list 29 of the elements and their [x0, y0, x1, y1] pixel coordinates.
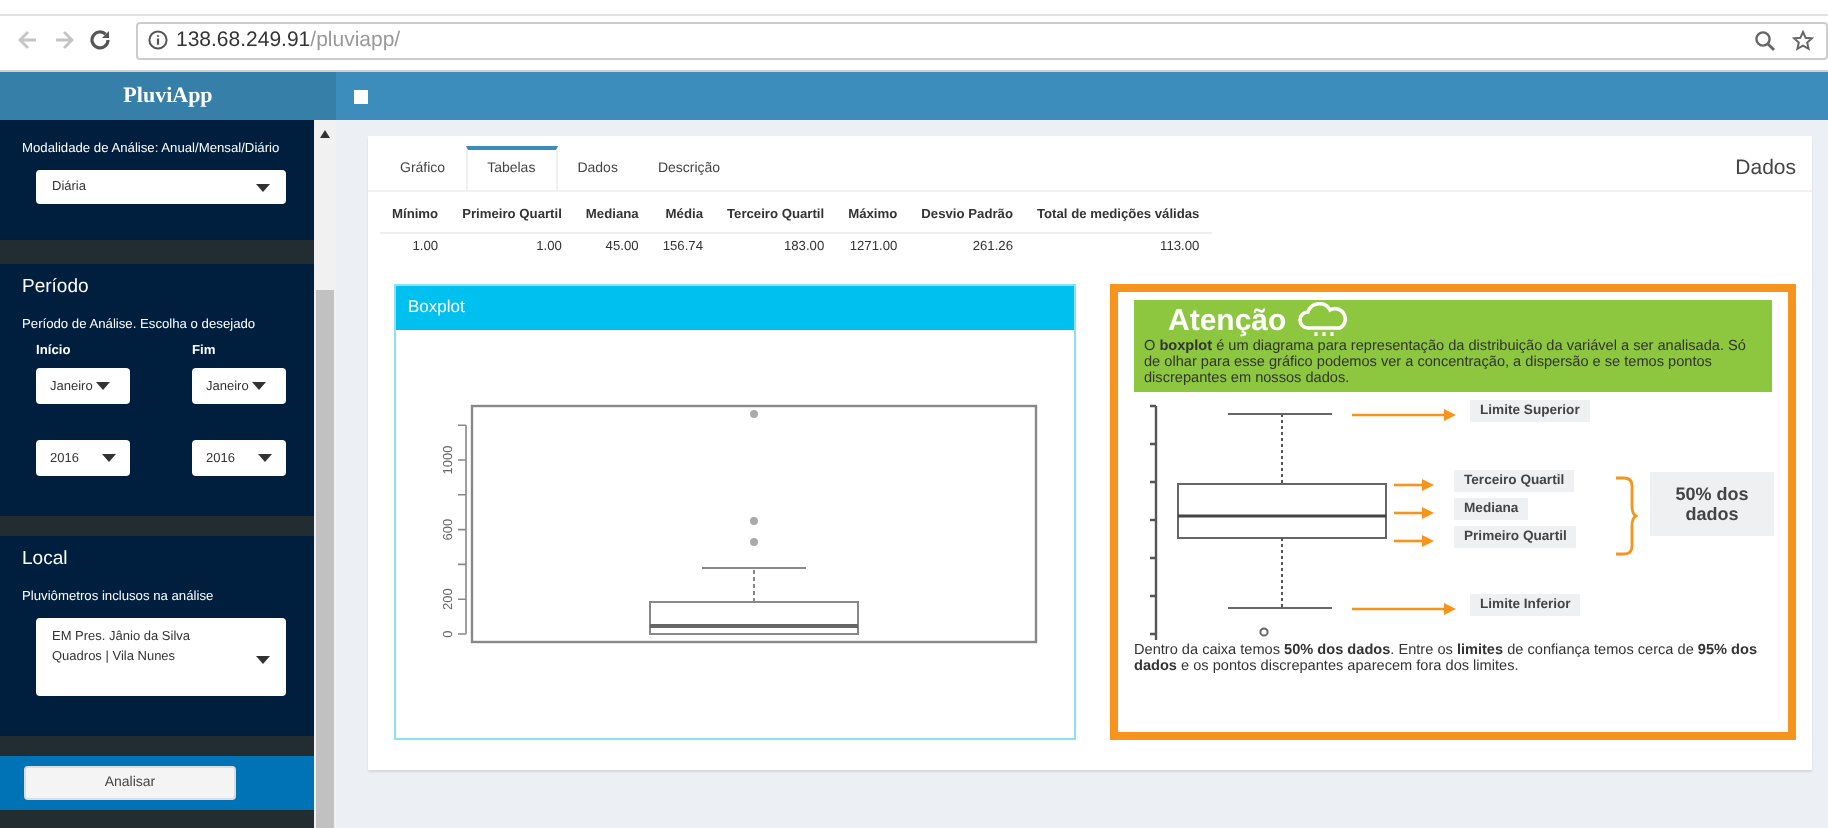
scrollbar[interactable]	[314, 120, 336, 828]
caret-icon	[96, 382, 111, 390]
arrow	[1394, 505, 1436, 519]
menu-icon[interactable]	[354, 89, 368, 103]
address-bar[interactable]: 138.68.249.91/pluviapp/	[136, 21, 1828, 59]
scroll-thumb[interactable]	[316, 290, 334, 828]
star-icon[interactable]	[1792, 29, 1814, 51]
section-title: Local	[22, 548, 70, 570]
arrow	[1352, 407, 1458, 421]
app-title: PluviApp	[0, 72, 336, 120]
zoom-icon[interactable]	[1754, 29, 1776, 51]
caret-icon	[102, 454, 117, 462]
info-icon[interactable]	[148, 30, 168, 50]
arrow	[1394, 477, 1436, 491]
arrow	[1394, 533, 1436, 547]
caret-icon	[256, 656, 270, 664]
banner-title: Atenção	[1168, 303, 1287, 337]
panel-title: Dados	[1735, 155, 1796, 179]
scroll-up-icon[interactable]	[320, 130, 330, 138]
url-text: 138.68.249.91/pluviapp/	[176, 28, 401, 52]
arrow	[1352, 601, 1458, 615]
share-label: 50% dos dados	[1650, 472, 1774, 536]
panel-header: Boxplot	[396, 286, 1074, 330]
caret-icon	[258, 454, 273, 462]
caret-icon	[256, 183, 270, 191]
section-title: Período	[22, 276, 91, 298]
brace	[1614, 476, 1638, 556]
reload-icon[interactable]	[88, 28, 112, 52]
caret-icon	[252, 382, 267, 390]
